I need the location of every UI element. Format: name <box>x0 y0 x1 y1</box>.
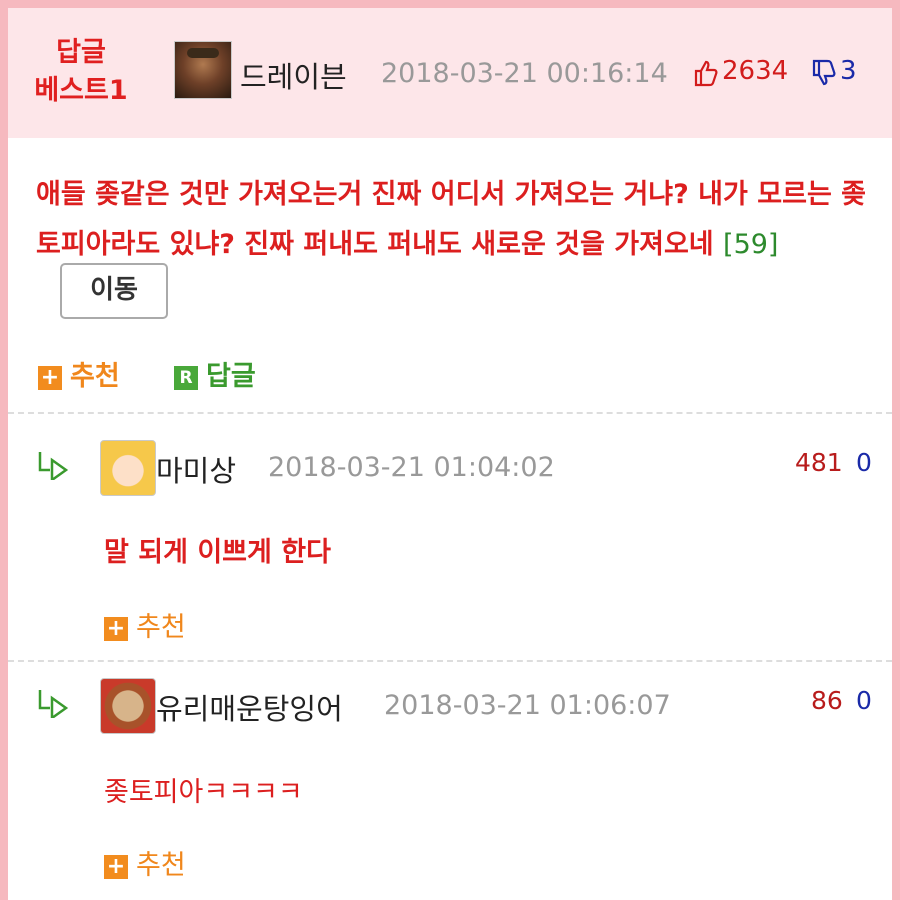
post-date: 2018-03-21 00:16:14 <box>381 58 668 89</box>
comment-downvotes: 0 <box>856 686 872 715</box>
commenter-avatar[interactable] <box>100 678 156 734</box>
divider <box>8 412 892 414</box>
reply-count[interactable]: [59] <box>723 229 778 260</box>
badge-line-2: 베스트1 <box>34 75 128 106</box>
thumbs-up-icon[interactable] <box>694 59 718 87</box>
comment-text: 좆토피아ㅋㅋㅋㅋ <box>104 777 303 808</box>
reply-button[interactable]: R 답글 <box>174 354 256 393</box>
recommend-label: 추천 <box>136 850 186 881</box>
divider <box>8 660 892 662</box>
recommend-label: 추천 <box>136 612 186 643</box>
reply-r-icon: R <box>174 365 198 390</box>
plus-icon: + <box>104 616 128 641</box>
plus-icon: + <box>104 854 128 879</box>
comment-date: 2018-03-21 01:06:07 <box>384 690 671 721</box>
comment-downvotes: 0 <box>856 448 872 477</box>
downvote-count: 3 <box>840 56 857 86</box>
best-reply-badge: 답글 베스트1 <box>26 34 136 110</box>
commenter-name[interactable]: 유리매운탕잉어 <box>156 686 343 728</box>
best-reply-content: 애들 좆같은 것만 가져오는거 진짜 어디서 가져오는 거냐? 내가 모르는 좆… <box>36 170 876 320</box>
move-button[interactable]: 이동 <box>60 262 168 319</box>
thumbs-down-icon[interactable] <box>812 59 836 87</box>
best-reply-header: 답글 베스트1 드레이븐 2018-03-21 00:16:14 2634 3 <box>8 8 892 138</box>
recommend-button[interactable]: + 추천 <box>38 354 120 393</box>
reply-label: 답글 <box>206 361 256 392</box>
comment-date: 2018-03-21 01:04:02 <box>268 452 555 483</box>
reply-arrow-icon <box>38 690 69 718</box>
author-name[interactable]: 드레이븐 <box>240 54 347 96</box>
best-reply-card: 답글 베스트1 드레이븐 2018-03-21 00:16:14 2634 3 … <box>0 0 900 900</box>
comment-upvotes: 481 <box>795 448 843 477</box>
comment-recommend-button[interactable]: + 추천 <box>104 843 186 882</box>
commenter-avatar[interactable] <box>100 440 156 496</box>
recommend-label: 추천 <box>70 361 120 392</box>
author-avatar[interactable] <box>174 41 232 99</box>
plus-icon: + <box>38 365 62 390</box>
comment-recommend-button[interactable]: + 추천 <box>104 605 186 644</box>
upvote-count: 2634 <box>722 56 789 86</box>
badge-line-1: 답글 <box>56 37 106 68</box>
comment-text: 말 되게 이쁘게 한다 <box>104 537 331 568</box>
reply-arrow-icon <box>38 452 69 480</box>
commenter-name[interactable]: 마미상 <box>156 448 236 490</box>
comment-upvotes: 86 <box>811 686 843 715</box>
